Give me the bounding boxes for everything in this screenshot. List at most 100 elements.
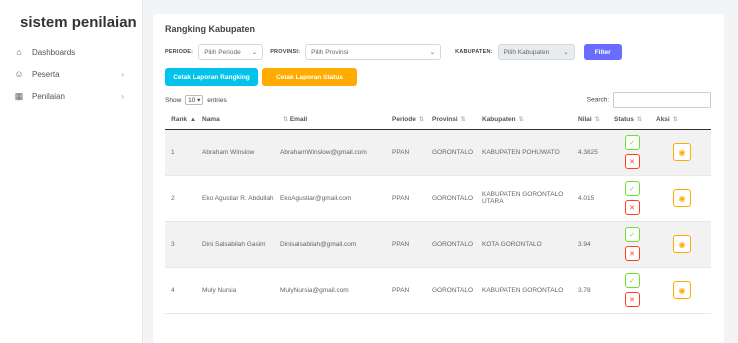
th-periode[interactable]: Periode ⇅ xyxy=(389,111,429,130)
cell-email: AbrahamWinslow@gmail.com xyxy=(277,129,389,176)
cell-nama: Eko Agustiar R. Abdullah xyxy=(199,175,277,222)
view-eye-icon[interactable]: ◉ xyxy=(673,281,691,299)
cell-rank: 1 xyxy=(165,129,199,176)
status-actions: ✓ ✕ xyxy=(614,227,650,261)
cell-rank: 2 xyxy=(165,175,199,222)
th-email-label: Email xyxy=(289,116,308,124)
cell-nilai: 4.3825 xyxy=(575,129,611,176)
th-rank-label: Rank xyxy=(171,116,188,124)
table-row: 4 Muly Nursia MulyNursia@gmail.com PPAN GORO… xyxy=(165,267,711,314)
cell-kabupaten: KABUPATEN GORONTALO xyxy=(479,267,575,314)
sort-icon: ⇅ xyxy=(636,117,642,124)
reject-x-icon[interactable]: ✕ xyxy=(624,154,640,169)
home-icon: ⌂ xyxy=(16,47,22,57)
sort-asc-icon: ▲ xyxy=(190,117,196,124)
cell-provinsi: GORONTALO xyxy=(429,221,479,268)
th-rank[interactable]: Rank ▲ xyxy=(165,111,199,130)
entries-label: entries xyxy=(207,97,227,104)
view-eye-icon[interactable]: ◉ xyxy=(673,189,691,207)
cell-kabupaten: KABUPATEN POHUWATO xyxy=(479,129,575,176)
page-title: Rangking Kabupaten xyxy=(165,24,256,34)
sort-icon: ⇅ xyxy=(518,117,524,124)
cell-kabupaten: KABUPATEN GORONTALO UTARA xyxy=(479,175,575,222)
cell-aksi: ◉ xyxy=(653,221,711,268)
approve-check-icon[interactable]: ✓ xyxy=(624,181,640,196)
chevron-down-icon: ⌄ xyxy=(563,49,569,56)
app-root: sistem penilaian ⌂ Dashboards ☺ Peserta › ▦ Pe… xyxy=(0,0,738,343)
th-nama[interactable]: Nama xyxy=(199,111,277,130)
table-icon: ▦ xyxy=(14,90,24,101)
approve-check-icon[interactable]: ✓ xyxy=(624,135,640,150)
th-nilai-label: Nilai xyxy=(578,116,592,124)
filter-button[interactable]: Filter xyxy=(583,44,622,60)
cell-nilai: 4.015 xyxy=(575,175,611,222)
entries-select[interactable]: 10 ▾ xyxy=(185,95,204,105)
chevron-down-icon: ▾ xyxy=(197,97,201,104)
user-icon: ☺ xyxy=(14,69,24,79)
th-aksi-label: Aksi xyxy=(656,116,670,124)
cell-nama: Abraham Winslow xyxy=(199,129,277,176)
main-content: Rangking Kabupaten PERIODE: Pilih Period… xyxy=(143,0,738,343)
periode-select-value: Pilih Periode xyxy=(204,48,241,56)
periode-select[interactable]: Pilih Periode ⌄ xyxy=(198,44,264,60)
approve-check-icon[interactable]: ✓ xyxy=(624,227,640,242)
th-kabupaten-label: Kabupaten xyxy=(482,116,516,124)
status-actions: ✓ ✕ xyxy=(614,135,650,169)
cell-nama: Muly Nursia xyxy=(199,267,277,314)
show-label: Show xyxy=(165,97,182,104)
search-input[interactable] xyxy=(613,92,711,108)
kabupaten-select-value: Pilih Kabupaten xyxy=(503,48,550,56)
approve-check-icon[interactable]: ✓ xyxy=(624,273,640,288)
cell-provinsi: GORONTALO xyxy=(429,129,479,176)
chevron-right-icon: › xyxy=(121,91,124,101)
reject-x-icon[interactable]: ✕ xyxy=(624,292,640,307)
entries-control: Show 10 ▾ entries xyxy=(165,95,227,105)
chevron-right-icon: › xyxy=(121,69,124,79)
th-provinsi[interactable]: Provinsi ⇅ xyxy=(429,111,479,130)
cell-status: ✓ ✕ xyxy=(611,267,653,314)
sidebar-item-label: Dashboards xyxy=(32,47,76,57)
cell-rank: 3 xyxy=(165,221,199,268)
cell-provinsi: GORONTALO xyxy=(429,267,479,314)
cell-nilai: 3.78 xyxy=(575,267,611,314)
entries-select-value: 10 xyxy=(188,97,196,104)
provinsi-select[interactable]: Pilih Provinsi ⌄ xyxy=(305,44,442,60)
th-nama-label: Nama xyxy=(202,116,220,124)
sidebar-item-label: Penilaian xyxy=(32,91,65,101)
sort-icon: ⇅ xyxy=(672,117,678,124)
th-status[interactable]: Status ⇅ xyxy=(611,111,653,130)
view-eye-icon[interactable]: ◉ xyxy=(673,235,691,253)
sidebar-item-dashboards[interactable]: ⌂ Dashboards xyxy=(0,41,142,63)
sidebar: sistem penilaian ⌂ Dashboards ☺ Peserta › ▦ Pe… xyxy=(0,0,143,343)
th-email[interactable]: ⇅ Email xyxy=(277,111,389,130)
th-status-label: Status xyxy=(614,116,634,124)
periode-label: PERIODE: xyxy=(165,49,194,55)
status-actions: ✓ ✕ xyxy=(614,273,650,307)
sort-icon: ⇅ xyxy=(418,117,424,124)
kabupaten-select[interactable]: Pilih Kabupaten ⌄ xyxy=(497,44,575,60)
reject-x-icon[interactable]: ✕ xyxy=(624,246,640,261)
print-status-report-button[interactable]: Cetak Laporan Status xyxy=(262,68,357,86)
content-card: Rangking Kabupaten PERIODE: Pilih Period… xyxy=(153,14,724,343)
th-nilai[interactable]: Nilai ⇅ xyxy=(575,111,611,130)
cell-email: EkoAgustiar@gmail.com xyxy=(277,175,389,222)
reject-x-icon[interactable]: ✕ xyxy=(624,200,640,215)
cell-periode: PPAN xyxy=(389,221,429,268)
provinsi-select-value: Pilih Provinsi xyxy=(311,48,349,56)
cell-status: ✓ ✕ xyxy=(611,129,653,176)
table-controls: Show 10 ▾ entries Search: xyxy=(165,92,711,108)
sidebar-item-label: Peserta xyxy=(32,69,60,79)
cell-aksi: ◉ xyxy=(653,175,711,222)
th-kabupaten[interactable]: Kabupaten ⇅ xyxy=(479,111,575,130)
print-ranking-report-button[interactable]: Cetak Laporan Rangking xyxy=(165,68,258,86)
view-eye-icon[interactable]: ◉ xyxy=(673,143,691,161)
chevron-down-icon: ⌄ xyxy=(251,49,258,56)
sort-icon: ⇅ xyxy=(460,117,466,124)
cell-provinsi: GORONTALO xyxy=(429,175,479,222)
sidebar-item-penilaian[interactable]: ▦ Penilaian › xyxy=(0,85,142,107)
cell-periode: PPAN xyxy=(389,129,429,176)
th-aksi[interactable]: Aksi ⇅ xyxy=(653,111,711,130)
search-label: Search: xyxy=(586,96,610,104)
provinsi-label: PROVINSI: xyxy=(270,49,301,55)
sidebar-item-peserta[interactable]: ☺ Peserta › xyxy=(0,63,142,85)
